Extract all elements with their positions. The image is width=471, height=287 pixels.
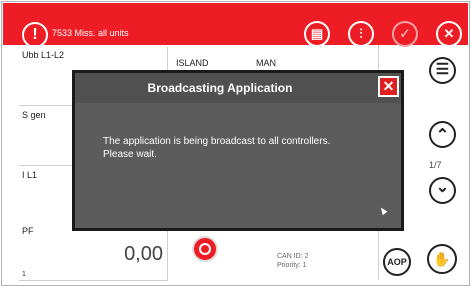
page-indicator: 1/7 (429, 160, 442, 170)
dialog-title: Broadcasting Application (147, 81, 293, 95)
aop-button[interactable]: AOP (383, 248, 411, 276)
document-icon[interactable]: ▤ (304, 21, 330, 47)
mouse-cursor-icon (378, 205, 388, 216)
sliders-icon[interactable]: ⫶ (348, 21, 374, 47)
dialog-close-icon[interactable]: ✕ (378, 76, 399, 97)
tile-label: S gen (22, 110, 46, 120)
can-id: CAN ID: 2 (277, 253, 309, 260)
chevron-down-icon[interactable]: ⌄ (429, 177, 456, 204)
menu-icon[interactable]: ☰ (429, 57, 456, 84)
mode-label-man: MAN (256, 58, 276, 68)
close-icon[interactable]: ✕ (436, 21, 462, 47)
mode-label-island: ISLAND (176, 58, 209, 68)
tile-value: 0,00 (124, 243, 163, 265)
dialog-header: Broadcasting Application ✕ (75, 73, 401, 103)
tile-label: PF (22, 226, 34, 236)
broadcast-dialog: Broadcasting Application ✕ The applicati… (72, 70, 404, 231)
dialog-message: The application is being broadcast to al… (103, 136, 331, 160)
hand-icon[interactable]: ✋ (427, 244, 457, 274)
chevron-up-icon[interactable]: ⌃ (429, 121, 456, 148)
controller-screen: ! 7533 Miss. all units ▤ ⫶ ✓ ✕ Ubb L1-L2… (0, 0, 471, 287)
alarm-icon[interactable]: ! (22, 22, 48, 48)
can-info: CAN ID: 2 Priority: 1 (277, 252, 309, 270)
tile-label: Ubb L1-L2 (22, 50, 65, 60)
priority: Priority: 1 (277, 262, 307, 269)
alarm-text: 7533 Miss. all units (52, 28, 129, 38)
checkmark-icon[interactable]: ✓ (392, 21, 418, 47)
tile-label: I L1 (22, 170, 38, 180)
tile-pf[interactable]: PF 0,00 1 (19, 223, 168, 281)
record-button[interactable] (192, 236, 218, 262)
tile-small: 1 (22, 271, 26, 278)
